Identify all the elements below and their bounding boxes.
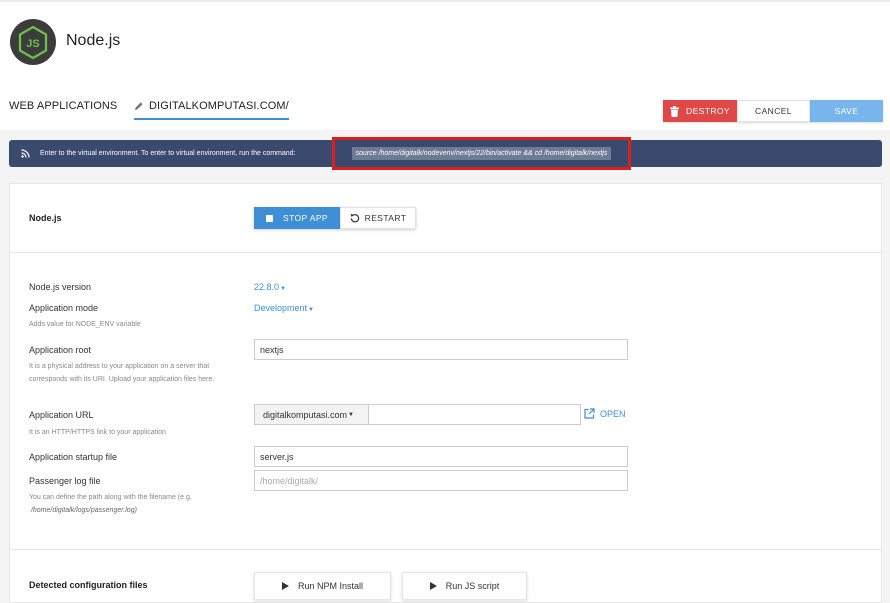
save-button[interactable]: SAVE	[810, 100, 883, 122]
page-title: Node.js	[66, 32, 121, 49]
section-divider	[10, 252, 881, 253]
cancel-button[interactable]: CANCEL	[737, 100, 810, 122]
log-hint-example: /home/digitalk/logs/passenger.log)	[30, 507, 137, 514]
destroy-button[interactable]: DESTROY	[663, 100, 737, 122]
nodejs-logo-icon: JS	[10, 19, 56, 65]
stop-app-label: STOP APP	[283, 213, 328, 223]
app-toolbar: WEB APPLICATIONS DIGITALKOMPUTASI.COM/ D…	[0, 80, 890, 130]
nodejs-version-value: 22.8.0	[254, 282, 280, 292]
tab-current-app[interactable]: DIGITALKOMPUTASI.COM/	[134, 100, 289, 120]
caret-down-icon: ▼	[280, 286, 286, 292]
url-path-input[interactable]	[369, 404, 581, 425]
destroy-label: DESTROY	[686, 106, 730, 116]
startup-file-input[interactable]: server.js	[254, 446, 628, 467]
log-hint-text: You can define the path along with the f…	[29, 494, 192, 501]
run-npm-install-label: Run NPM Install	[297, 581, 364, 591]
play-icon	[429, 582, 437, 590]
play-icon	[281, 582, 289, 590]
svg-text:JS: JS	[26, 38, 39, 50]
app-settings-card: Node.js STOP APP RESTART Node.js version…	[9, 183, 882, 603]
log-file-hint: You can define the path along with the f…	[29, 491, 234, 517]
log-file-label: Passenger log file	[29, 476, 101, 486]
app-mode-hint: Adds value for NODE_ENV variable	[29, 321, 141, 328]
pencil-icon	[135, 102, 143, 110]
caret-down-icon: ▼	[348, 411, 354, 418]
open-label: OPEN	[600, 408, 626, 419]
restart-icon	[350, 214, 359, 223]
restart-button[interactable]: RESTART	[340, 207, 416, 229]
log-file-input[interactable]: /home/digitalk/	[254, 470, 628, 491]
app-mode-label: Application mode	[29, 303, 99, 313]
caret-down-icon: ▼	[308, 307, 314, 313]
app-root-label: Application root	[29, 345, 92, 355]
section-divider	[10, 549, 881, 550]
app-control-buttons: STOP APP RESTART	[254, 207, 416, 229]
external-link-icon	[584, 408, 595, 419]
app-mode-value: Development	[254, 303, 308, 313]
tab-web-applications[interactable]: WEB APPLICATIONS	[9, 100, 117, 112]
stop-icon	[266, 214, 274, 222]
top-header: JS Node.js	[0, 0, 890, 80]
config-section-title: Detected configuration files	[29, 580, 148, 590]
run-npm-install-button[interactable]: Run NPM Install	[254, 572, 391, 600]
url-domain-value: digitalkomputasi.com	[263, 409, 348, 420]
restart-label: RESTART	[364, 213, 407, 223]
open-url-link[interactable]: OPEN	[584, 408, 626, 419]
stop-app-button[interactable]: STOP APP	[254, 207, 340, 229]
highlighted-command-box: source /home/digitalk/nodevenv/nextjs/22…	[332, 137, 631, 170]
nodejs-section-title: Node.js	[29, 213, 62, 223]
virtualenv-info-bar: Enter to the virtual environment. To ent…	[9, 137, 882, 170]
app-root-input[interactable]: nextjs	[254, 339, 628, 360]
action-buttons: DESTROY CANCEL SAVE	[663, 100, 883, 122]
app-url-label: Application URL	[29, 410, 94, 420]
rss-icon	[21, 149, 30, 158]
info-text: Enter to the virtual environment. To ent…	[40, 150, 296, 157]
app-url-hint: It is an HTTP/HTTPS link to your applica…	[29, 429, 166, 436]
venv-command[interactable]: source /home/digitalk/nodevenv/nextjs/22…	[351, 147, 612, 160]
trash-icon	[670, 105, 680, 117]
run-js-script-button[interactable]: Run JS script	[402, 572, 527, 600]
url-domain-select[interactable]: digitalkomputasi.com ▼	[254, 404, 369, 425]
app-mode-dropdown[interactable]: Development▼	[254, 303, 314, 313]
tab-current-app-label: DIGITALKOMPUTASI.COM/	[149, 100, 289, 112]
nodejs-version-dropdown[interactable]: 22.8.0▼	[254, 282, 286, 292]
run-js-script-label: Run JS script	[445, 581, 500, 591]
startup-file-label: Application startup file	[29, 452, 118, 462]
app-root-hint: It is a physical address to your applica…	[29, 363, 215, 383]
nodejs-version-label: Node.js version	[29, 282, 92, 292]
app-url-field: digitalkomputasi.com ▼	[254, 404, 581, 425]
